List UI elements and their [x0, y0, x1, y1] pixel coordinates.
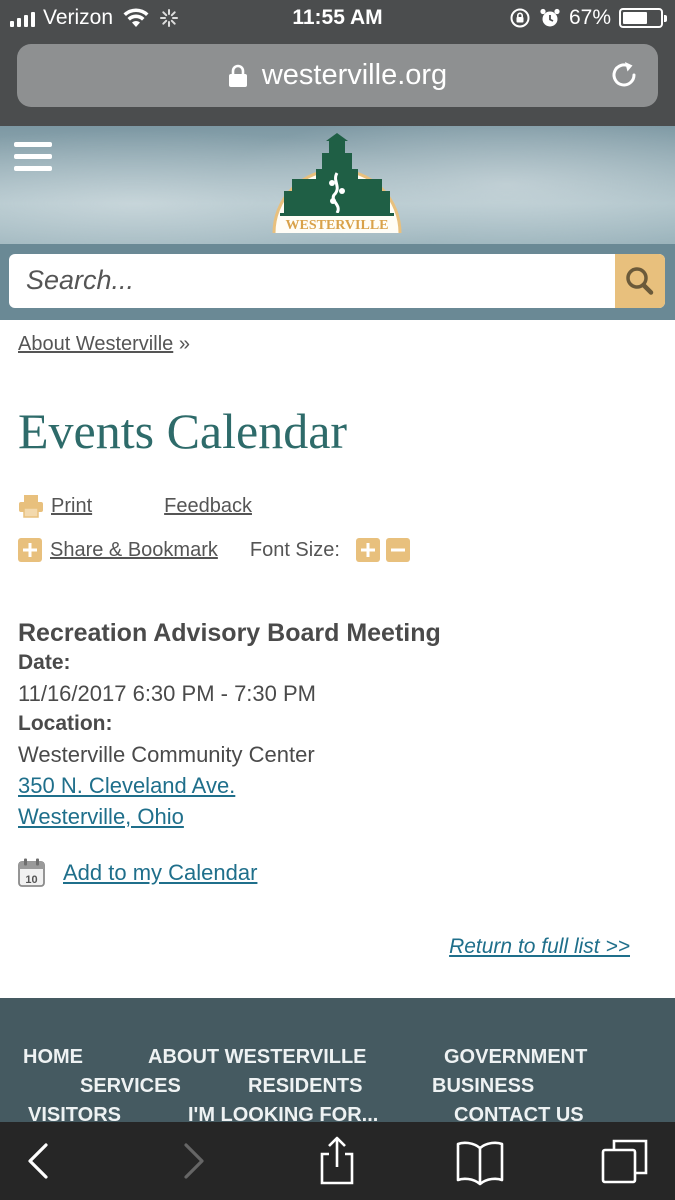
event-title: Recreation Advisory Board Meeting: [18, 619, 441, 647]
footer-link-visitors[interactable]: VISITORS: [28, 1104, 121, 1122]
address-line1-link[interactable]: 350 N. Cleveland Ave.: [18, 773, 235, 799]
footer-link-contact[interactable]: CONTACT US: [454, 1104, 584, 1122]
browser-toolbar: [0, 1122, 675, 1200]
add-to-calendar-row: 10 Add to my Calendar: [18, 858, 257, 887]
westerville-logo[interactable]: WESTERVILLE: [270, 133, 404, 237]
font-size-label: Font Size:: [249, 538, 340, 561]
date-value: 11/16/2017 6:30 PM - 7:30 PM: [18, 681, 316, 706]
bookmarks-icon[interactable]: [455, 1136, 505, 1186]
print-link[interactable]: Print: [51, 495, 92, 518]
feedback-link[interactable]: Feedback: [164, 495, 252, 518]
tabs-icon[interactable]: [600, 1136, 650, 1186]
footer-nav: HOME ABOUT WESTERVILLE GOVERNMENT SERVIC…: [0, 998, 675, 1122]
url-domain: westerville.org: [261, 59, 448, 91]
forward-arrow-icon[interactable]: [168, 1136, 218, 1186]
share-font-row: Share & Bookmark Font Size:: [18, 538, 410, 562]
lock-icon: [228, 64, 247, 87]
address-line2-link[interactable]: Westerville, Ohio: [18, 804, 184, 830]
font-increase-icon[interactable]: [355, 538, 380, 562]
printer-icon[interactable]: [18, 494, 44, 518]
footer-link-home[interactable]: HOME: [23, 1046, 83, 1069]
add-to-calendar-link[interactable]: Add to my Calendar: [63, 860, 257, 886]
page-title: Events Calendar: [18, 403, 348, 459]
footer-link-about[interactable]: ABOUT WESTERVILLE: [148, 1046, 367, 1069]
address-bar[interactable]: westerville.org: [17, 44, 658, 107]
reload-icon[interactable]: [608, 59, 640, 91]
browser-chrome-top: Verizon 11:55 AM 67% westerville.org: [0, 0, 675, 126]
orientation-lock-icon: [510, 8, 530, 28]
footer-link-government[interactable]: GOVERNMENT: [444, 1046, 587, 1069]
calendar-icon[interactable]: 10: [18, 858, 45, 887]
search-placeholder: Search...: [26, 265, 135, 295]
search-button[interactable]: [615, 254, 665, 308]
svg-text:10: 10: [25, 874, 37, 886]
font-decrease-icon[interactable]: [385, 538, 410, 562]
battery-percent: 67%: [568, 6, 611, 29]
share-plus-icon[interactable]: [18, 538, 42, 562]
search-input[interactable]: Search...: [9, 254, 665, 308]
print-feedback-row: Print Feedback: [18, 494, 252, 518]
return-to-list-link[interactable]: Return to full list >>: [449, 935, 630, 959]
breadcrumb: About Westerville »: [18, 333, 190, 356]
search-icon: [626, 267, 654, 295]
status-bar: Verizon 11:55 AM 67%: [0, 0, 675, 38]
footer-link-services[interactable]: SERVICES: [80, 1075, 181, 1098]
date-label: Date:: [18, 651, 71, 674]
breadcrumb-separator: »: [178, 333, 190, 355]
footer-link-residents[interactable]: RESIDENTS: [248, 1075, 362, 1098]
back-arrow-icon[interactable]: [14, 1136, 64, 1186]
location-name: Westerville Community Center: [18, 742, 315, 767]
svg-text:WESTERVILLE: WESTERVILLE: [286, 218, 389, 233]
footer-link-looking-for[interactable]: I'M LOOKING FOR...: [188, 1104, 378, 1122]
share-bookmark-link[interactable]: Share & Bookmark: [50, 539, 218, 562]
footer-link-business[interactable]: BUSINESS: [432, 1075, 534, 1098]
location-label: Location:: [18, 712, 113, 735]
battery-icon: [619, 8, 667, 28]
alarm-icon: [540, 8, 560, 27]
menu-hamburger-icon[interactable]: [14, 142, 52, 176]
breadcrumb-about-link[interactable]: About Westerville: [18, 333, 173, 355]
share-icon[interactable]: [312, 1136, 362, 1186]
